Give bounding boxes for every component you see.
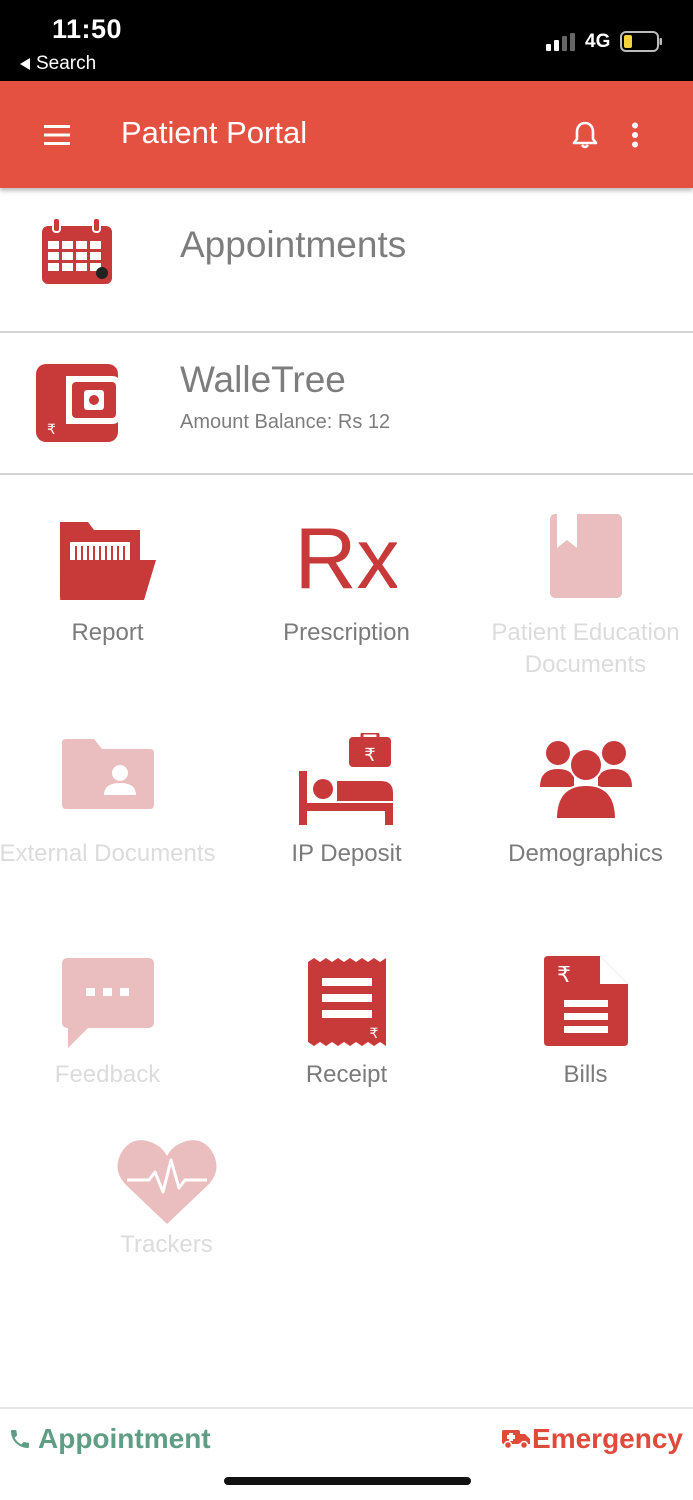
phone-icon: [11, 1430, 29, 1448]
tile-trackers-label: Trackers: [120, 1231, 213, 1258]
back-arrow-icon: [20, 58, 30, 70]
back-to-search-link[interactable]: Search: [20, 53, 96, 75]
wallet-title: WalleTree: [180, 359, 346, 400]
svg-text:₹: ₹: [47, 422, 56, 438]
wallet-balance: Amount Balance: Rs 12: [180, 411, 391, 433]
receipt-icon: ₹: [307, 958, 386, 1046]
tile-feedback-label: Feedback: [54, 1061, 161, 1088]
tile-feedback[interactable]: Feedback: [0, 952, 223, 1152]
status-bar: 11:50 Search 4G: [0, 0, 693, 81]
hamburger-menu-icon: [44, 125, 70, 145]
ambulance-icon: [502, 1430, 531, 1450]
status-time: 11:50: [52, 14, 123, 44]
tile-ip-deposit-label: IP Deposit: [291, 840, 402, 867]
tile-patient-education-documents[interactable]: Patient Education Documents: [470, 510, 693, 710]
tile-demographics-label: Demographics: [508, 840, 663, 867]
rx-icon: Rx: [297, 511, 397, 600]
bottom-action-bar: Appointment Emergency: [0, 1407, 693, 1500]
tile-receipt[interactable]: ₹ Receipt: [231, 952, 462, 1152]
tile-trackers[interactable]: Trackers: [51, 1138, 282, 1338]
notifications-button[interactable]: [565, 115, 605, 155]
bed-deposit-icon: ₹: [298, 733, 393, 825]
more-options-button[interactable]: [615, 115, 655, 155]
tile-bills[interactable]: ₹ Bills: [470, 952, 693, 1152]
folder-user-icon: [61, 739, 154, 809]
hamburger-menu-button[interactable]: [34, 114, 80, 156]
heart-pulse-icon: [116, 1140, 217, 1224]
appointments-row[interactable]: Appointments: [0, 188, 693, 333]
network-type: 4G: [585, 31, 611, 52]
svg-text:₹: ₹: [364, 745, 375, 766]
folder-report-icon: [59, 522, 156, 600]
appointments-title: Appointments: [180, 224, 407, 265]
tile-prescription-label: Prescription: [283, 619, 410, 646]
tile-receipt-label: Receipt: [305, 1061, 388, 1088]
tile-report[interactable]: Report: [0, 510, 223, 710]
back-label: Search: [36, 53, 97, 74]
bill-document-icon: ₹: [543, 956, 628, 1046]
svg-text:₹: ₹: [369, 1026, 378, 1042]
emergency-button[interactable]: Emergency: [502, 1423, 683, 1455]
chat-bubble-icon: [61, 958, 154, 1048]
tile-external-documents-label: External Documents: [0, 840, 216, 867]
rx-glyph: Rx: [297, 511, 397, 600]
tile-demographics[interactable]: Demographics: [470, 731, 693, 931]
wallet-icon: ₹: [36, 364, 120, 442]
appointment-label: Appointment: [38, 1423, 211, 1454]
svg-text:₹: ₹: [557, 963, 571, 988]
emergency-label: Emergency: [532, 1423, 683, 1454]
appointment-button[interactable]: Appointment: [8, 1423, 211, 1455]
group-icon: [539, 741, 632, 820]
more-vert-icon: [632, 122, 638, 148]
tile-external-documents[interactable]: External Documents: [0, 731, 223, 931]
bookmark-book-icon: [549, 514, 622, 598]
app-bar: Patient Portal: [0, 81, 693, 188]
tile-patient-education-label: Patient Education Documents: [491, 619, 680, 678]
calendar-icon: [42, 217, 112, 284]
battery-icon: [620, 31, 662, 52]
tile-bills-label: Bills: [563, 1061, 608, 1088]
tile-ip-deposit[interactable]: ₹ IP Deposit: [231, 731, 462, 931]
tile-report-label: Report: [71, 619, 144, 646]
bell-icon: [572, 121, 598, 149]
home-indicator[interactable]: [224, 1477, 471, 1485]
wallet-row[interactable]: ₹ WalleTree Amount Balance: Rs 12: [0, 333, 693, 475]
signal-icon: [546, 33, 575, 51]
page-title: Patient Portal: [121, 115, 308, 150]
tile-prescription[interactable]: Rx Prescription: [231, 510, 462, 710]
